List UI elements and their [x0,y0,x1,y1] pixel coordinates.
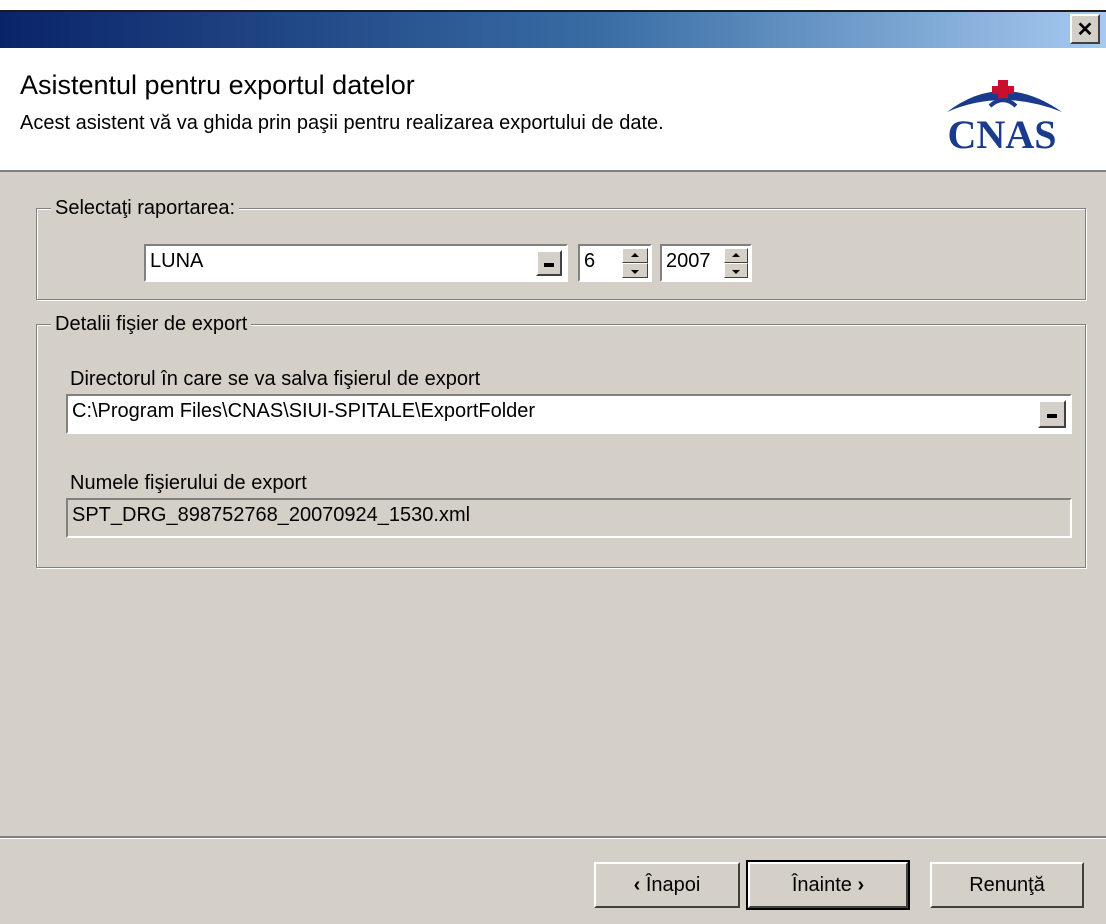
page-title: Asistentul pentru exportul datelor [20,70,415,100]
cnas-logo: CNAS [912,72,1092,154]
chevron-right-icon: › [857,873,865,896]
logo-figure [988,98,1018,108]
close-icon: ✕ [1076,18,1094,41]
next-label: Înainte [791,873,852,896]
year-value: 2007 [666,250,711,272]
period-picker-button[interactable] [536,250,562,276]
month-stepper[interactable]: 6 [578,244,652,282]
year-spin[interactable] [724,248,748,278]
arrow-up-icon [631,252,639,257]
cancel-button[interactable]: Renunţă [930,862,1084,908]
footer-separator [0,836,1106,839]
wizard-header: Asistentul pentru exportul datelor Acest… [0,48,1106,170]
month-up-button[interactable] [622,248,648,263]
logo-text: CNAS [948,112,1057,154]
period-select[interactable]: LUNA [144,244,568,282]
month-value: 6 [584,250,596,272]
arrow-down-icon [732,269,740,274]
year-up-button[interactable] [724,248,748,263]
export-file-field: SPT_DRG_898752768_20070924_1530.xml [66,498,1072,538]
browse-dir-button[interactable] [1038,400,1066,428]
export-dir-field[interactable]: C:\Program Files\CNAS\SIUI-SPITALE\Expor… [66,394,1072,434]
arrow-up-icon [732,252,740,257]
back-button[interactable]: ‹ Înapoi [594,862,740,908]
export-file-value: SPT_DRG_898752768_20070924_1530.xml [72,504,471,526]
cancel-label: Renunţă [969,873,1045,896]
year-stepper[interactable]: 2007 [660,244,752,282]
wizard-body: Selectaţi raportarea: LUNA 6 2007 Detali… [0,172,1106,924]
export-group-label: Detalii fişier de export [51,312,252,336]
top-strip [0,0,1106,10]
year-down-button[interactable] [724,263,748,278]
report-group-label: Selectaţi raportarea: [51,196,240,220]
ellipsis-icon [544,263,554,267]
page-subtitle: Acest asistent vă va ghida prin paşii pe… [20,112,664,134]
month-spin[interactable] [622,248,648,278]
period-value: LUNA [150,250,204,272]
back-label: Înapoi [645,873,701,896]
ellipsis-icon [1047,414,1057,418]
title-bar[interactable]: ✕ [0,12,1106,48]
month-down-button[interactable] [622,263,648,278]
export-dir-value: C:\Program Files\CNAS\SIUI-SPITALE\Expor… [72,400,536,422]
chevron-left-icon: ‹ [633,873,641,896]
file-label: Numele fişierului de export [70,472,307,494]
dir-label: Directorul în care se va salva fişierul … [70,368,481,390]
arrow-down-icon [631,269,639,274]
next-button[interactable]: Înainte › [746,860,910,910]
close-button[interactable]: ✕ [1070,14,1100,44]
